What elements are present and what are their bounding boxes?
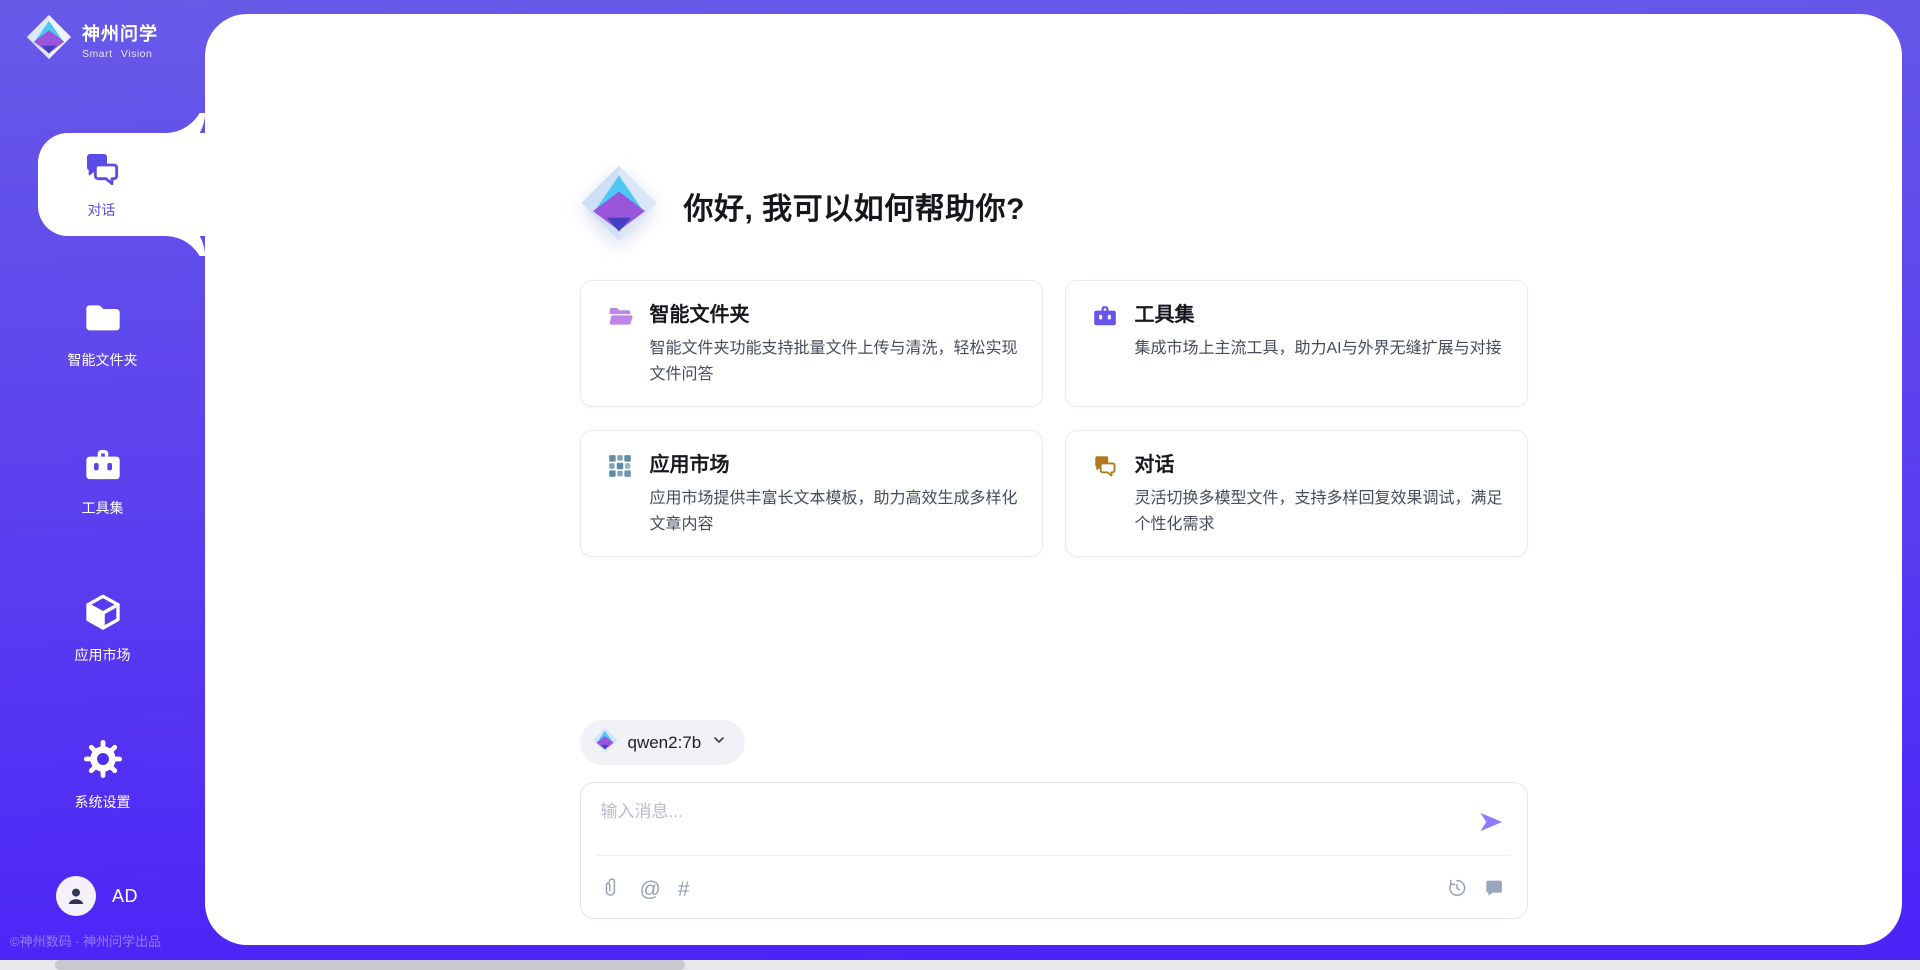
- model-name: qwen2:7b: [628, 733, 702, 753]
- sidebar-item-label: 工具集: [0, 498, 205, 518]
- feature-cards: 智能文件夹 智能文件夹功能支持批量文件上传与清洗，轻松实现文件问答 工具集 集成…: [580, 280, 1528, 557]
- message-input[interactable]: [601, 797, 1457, 849]
- horizontal-scrollbar: [0, 960, 1920, 970]
- app-grid-icon: [607, 453, 633, 479]
- app-subtitle: Smart Vision: [82, 48, 158, 60]
- assistant-diamond-icon: [580, 164, 658, 247]
- card-toolset[interactable]: 工具集 集成市场上主流工具，助力AI与外界无缝扩展与对接: [1065, 280, 1528, 407]
- sidebar-item-label: 智能文件夹: [0, 350, 205, 370]
- topic-button[interactable]: #: [678, 879, 690, 901]
- history-button[interactable]: [1446, 877, 1468, 902]
- feedback-button[interactable]: [1483, 877, 1505, 902]
- card-description: 集成市场上主流工具，助力AI与外界无缝扩展与对接: [1135, 336, 1502, 362]
- card-description: 应用市场提供丰富长文本模板，助力高效生成多样化文章内容: [650, 486, 1018, 538]
- sidebar-item-app-market[interactable]: 应用市场: [0, 592, 205, 665]
- card-title: 工具集: [1135, 302, 1502, 329]
- card-chat[interactable]: 对话 灵活切换多模型文件，支持多样回复效果调试，满足个性化需求: [1065, 430, 1528, 557]
- sidebar: 神州问学 Smart Vision 对话 智能文件夹: [0, 0, 205, 970]
- composer-toolbar: @ #: [601, 877, 1505, 902]
- user-profile[interactable]: AD: [56, 876, 138, 916]
- brand-diamond-icon: [26, 14, 72, 65]
- send-button[interactable]: [1477, 808, 1505, 836]
- greeting-title: 你好, 我可以如何帮助你?: [684, 184, 1026, 228]
- cube-icon: [83, 592, 123, 632]
- copyright-footer: ©神州数码 · 神州问学出品: [10, 931, 161, 950]
- history-icon: [1446, 877, 1468, 902]
- greeting-block: 你好, 我可以如何帮助你?: [580, 164, 1528, 247]
- sidebar-item-label: 系统设置: [0, 792, 205, 812]
- card-title: 应用市场: [650, 452, 1018, 479]
- message-composer: @ #: [580, 782, 1528, 919]
- attachment-icon: [601, 877, 623, 902]
- card-description: 智能文件夹功能支持批量文件上传与清洗，轻松实现文件问答: [650, 336, 1018, 388]
- card-title: 对话: [1135, 452, 1503, 479]
- topic-icon: #: [678, 879, 690, 901]
- chevron-down-icon: [711, 732, 727, 753]
- mention-icon: @: [640, 879, 661, 901]
- model-diamond-icon: [592, 727, 618, 758]
- sidebar-item-label: 对话: [88, 200, 116, 220]
- app-title: 神州问学: [82, 24, 158, 44]
- composer-divider: [597, 855, 1511, 856]
- chat-bubbles-icon: [82, 149, 122, 194]
- toolbox-icon: [83, 445, 123, 485]
- sidebar-item-chat[interactable]: 对话: [38, 133, 205, 236]
- sidebar-item-settings[interactable]: 系统设置: [0, 739, 205, 812]
- sidebar-item-smart-folder[interactable]: 智能文件夹: [0, 297, 205, 370]
- card-title: 智能文件夹: [650, 302, 1018, 329]
- horizontal-scrollbar-thumb[interactable]: [55, 960, 685, 970]
- card-description: 灵活切换多模型文件，支持多样回复效果调试，满足个性化需求: [1135, 486, 1503, 538]
- sidebar-item-label: 应用市场: [0, 645, 205, 665]
- model-selector[interactable]: qwen2:7b: [580, 720, 746, 765]
- open-folder-icon: [607, 303, 633, 329]
- mention-button[interactable]: @: [640, 879, 661, 901]
- sidebar-item-toolset[interactable]: 工具集: [0, 445, 205, 518]
- chat-bubbles-icon: [1092, 453, 1118, 479]
- app-logo[interactable]: 神州问学 Smart Vision: [26, 14, 158, 65]
- avatar: [56, 876, 96, 916]
- gear-icon: [83, 739, 123, 779]
- main-panel: 你好, 我可以如何帮助你? 智能文件夹 智能文件夹功能支持批量文件上传与清洗，轻…: [205, 14, 1902, 945]
- send-icon: [1477, 824, 1505, 839]
- card-smart-folder[interactable]: 智能文件夹 智能文件夹功能支持批量文件上传与清洗，轻松实现文件问答: [580, 280, 1043, 407]
- attach-file-button[interactable]: [601, 877, 623, 902]
- card-app-market[interactable]: 应用市场 应用市场提供丰富长文本模板，助力高效生成多样化文章内容: [580, 430, 1043, 557]
- user-name: AD: [112, 886, 138, 907]
- folder-icon: [83, 297, 123, 337]
- feedback-icon: [1483, 877, 1505, 902]
- toolbox-icon: [1092, 303, 1118, 329]
